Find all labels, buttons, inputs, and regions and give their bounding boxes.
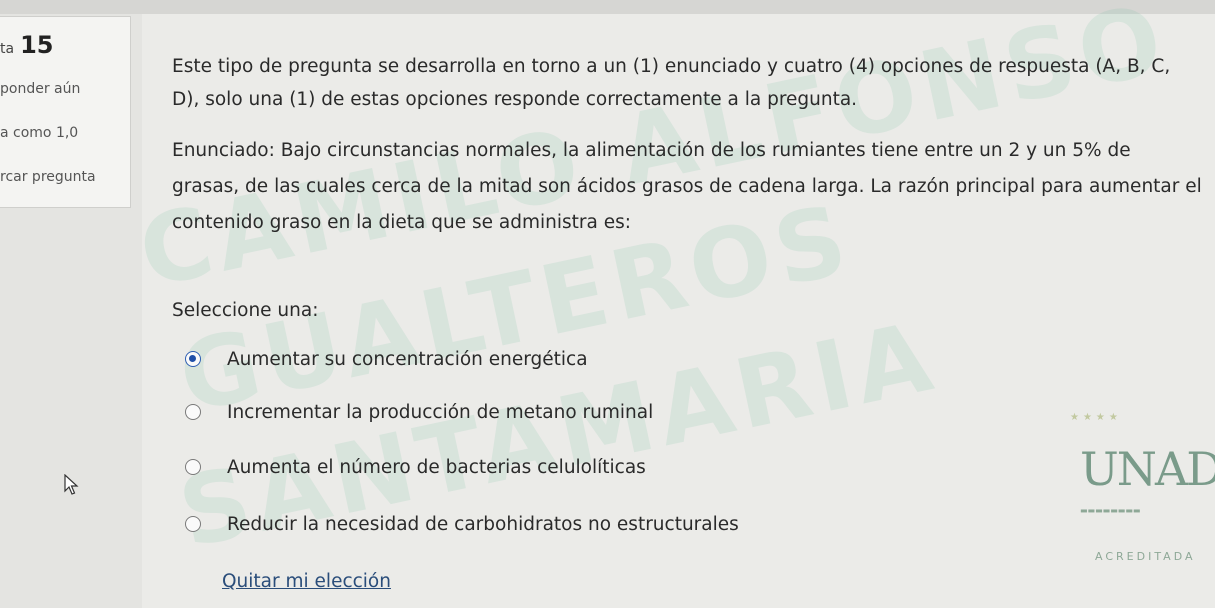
university-logo: ★★★★ UNAD ▬▬▬▬▬▬▬▬ ACREDITADA — [1050, 412, 1215, 582]
option-d-label: Reducir la necesidad de carbohidratos no… — [227, 513, 739, 535]
question-stem: Enunciado: Bajo circunstancias normales,… — [172, 140, 1202, 233]
question-number-label: ta 15 — [0, 31, 54, 59]
top-strip — [0, 0, 1215, 14]
mouse-cursor-icon — [64, 474, 79, 495]
logo-letters: UNAD — [1080, 442, 1215, 496]
option-c-label: Aumenta el número de bacterias celulolít… — [227, 456, 646, 478]
flag-question-link[interactable]: rcar pregunta — [0, 169, 96, 185]
logo-subtitle-icon: ▬▬▬▬▬▬▬▬ — [1080, 506, 1141, 515]
option-a-label: Aumentar su concentración energética — [227, 348, 588, 370]
question-number: 15 — [20, 31, 54, 59]
answer-option-c[interactable]: Aumenta el número de bacterias celulolít… — [185, 453, 646, 481]
logo-stars-icon: ★★★★ — [1070, 412, 1122, 423]
radio-option-d[interactable] — [185, 516, 201, 532]
answer-option-b[interactable]: Incrementar la producción de metano rumi… — [185, 398, 653, 426]
question-status: ponder aún — [0, 81, 81, 97]
answer-option-a[interactable]: Aumentar su concentración energética — [185, 345, 588, 373]
question-info-panel: ta 15 ponder aún a como 1,0 rcar pregunta — [0, 16, 131, 208]
radio-option-a[interactable] — [185, 351, 201, 367]
answer-option-d[interactable]: Reducir la necesidad de carbohidratos no… — [185, 510, 739, 538]
question-grade: a como 1,0 — [0, 125, 79, 141]
question-instructions: Este tipo de pregunta se desarrolla en t… — [172, 56, 1171, 110]
radio-option-b[interactable] — [185, 404, 201, 420]
logo-accreditation: ACREDITADA — [1095, 550, 1196, 563]
clear-choice-link[interactable]: Quitar mi elección — [222, 571, 391, 592]
select-one-prompt: Seleccione una: — [172, 300, 319, 321]
option-b-label: Incrementar la producción de metano rumi… — [227, 401, 654, 423]
radio-option-c[interactable] — [185, 459, 201, 475]
